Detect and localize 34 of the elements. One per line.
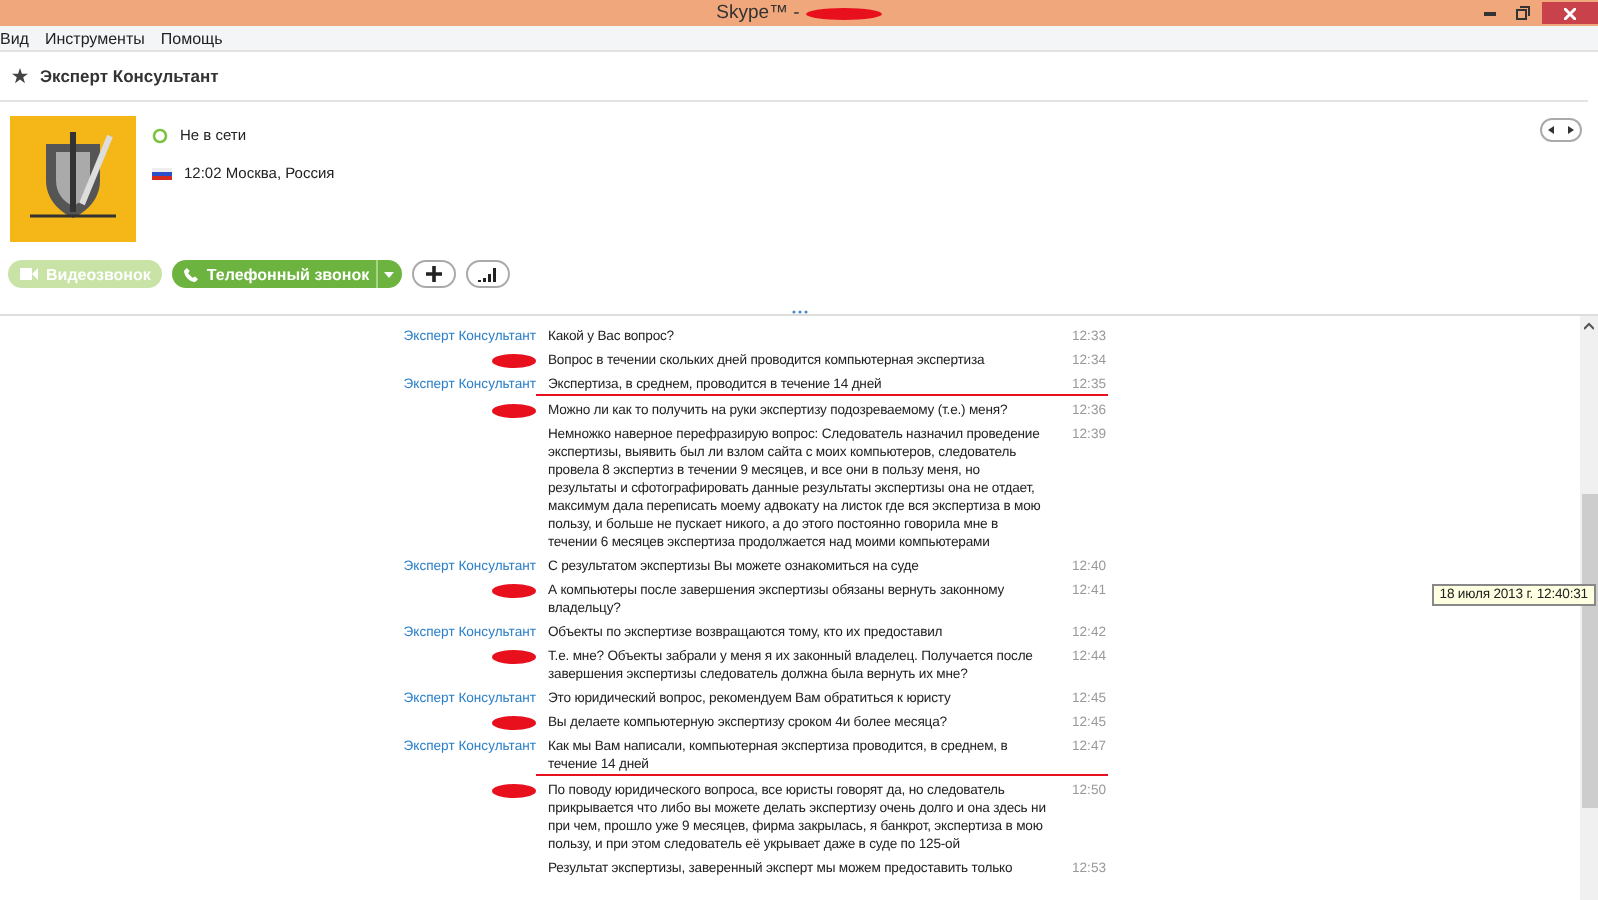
left-triangle-icon [1548, 126, 1555, 134]
redaction-mark [805, 7, 882, 19]
redaction-mark [492, 649, 536, 663]
close-button[interactable] [1542, 2, 1598, 24]
menu-item[interactable]: Помощь [160, 29, 223, 47]
right-triangle-icon [1567, 126, 1574, 134]
close-icon [1564, 7, 1576, 19]
pager-control[interactable] [1540, 118, 1582, 142]
redaction-mark [492, 783, 536, 797]
window-title: Skype™ - [716, 2, 800, 24]
video-camera-icon [20, 268, 38, 280]
restore-icon [1515, 6, 1529, 20]
drag-handle-icon[interactable] [791, 310, 807, 314]
add-button[interactable] [411, 260, 456, 288]
restore-button[interactable] [1510, 3, 1534, 23]
shield-logo [10, 116, 136, 242]
phone-call-button[interactable]: Телефонный звонок [172, 260, 402, 288]
minimize-icon [1484, 10, 1496, 16]
plus-icon [425, 266, 442, 282]
flag-icon [152, 167, 172, 179]
redaction-mark [492, 353, 536, 367]
menu-item[interactable]: Вид [0, 29, 29, 47]
phone-icon [184, 267, 199, 281]
offline-status-icon [152, 127, 168, 143]
redaction-mark [492, 403, 536, 417]
menu-item[interactable]: Инструменты [44, 29, 145, 47]
signal-bars-icon [477, 267, 498, 281]
contact-name: Эксперт Консультант [40, 66, 219, 86]
redaction-mark [492, 715, 536, 729]
scroll-up-icon[interactable] [1584, 322, 1594, 330]
call-quality-button[interactable] [465, 260, 510, 288]
star-icon[interactable] [12, 68, 28, 84]
redaction-mark [492, 583, 536, 597]
caret-icon[interactable] [384, 271, 395, 277]
